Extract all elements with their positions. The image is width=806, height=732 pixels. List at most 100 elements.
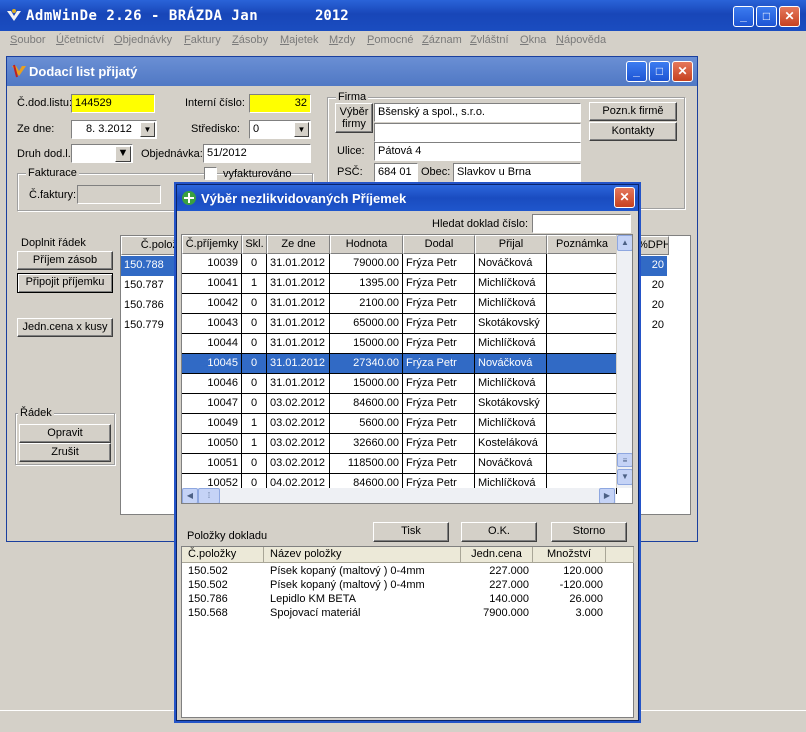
col-header-ze-dne[interactable]: Ze dne: [267, 235, 330, 254]
list-item[interactable]: 150.502 Písek kopaný (maltový ) 0-4mm 227.…: [182, 579, 634, 593]
doc-minimize-button[interactable]: _: [626, 61, 647, 82]
hscroll-thumb[interactable]: ⁞: [198, 488, 220, 503]
vyber-firmy-button[interactable]: Výběr firmy: [335, 103, 373, 133]
menu-napoveda[interactable]: Nápověda: [556, 34, 606, 46]
pripojit-prijemku-button[interactable]: Připojit příjemku: [17, 273, 113, 293]
menu-ucetnictvi[interactable]: Účetnictví: [56, 34, 104, 46]
scroll-down-icon[interactable]: ▼: [617, 469, 632, 485]
table-row[interactable]: 10042 0 31.01.2012 2100.00 Frýza Petr Michlíč…: [182, 294, 617, 314]
cell-dodal: Frýza Petr: [403, 454, 475, 474]
table-row[interactable]: 10051 0 03.02.2012 118500.00 Frýza Petr Nováč…: [182, 454, 617, 474]
kontakty-button[interactable]: Kontakty: [589, 122, 677, 141]
psc-label: PSČ:: [337, 166, 363, 178]
menu-okna[interactable]: Okna: [520, 34, 546, 46]
col-header-jedn-cena[interactable]: Jedn.cena: [461, 547, 533, 563]
table-row[interactable]: 10045 0 31.01.2012 27340.00 Frýza Petr Nováčk…: [182, 354, 617, 374]
item-code: 150.568: [188, 607, 228, 619]
col-header-prijal[interactable]: Přijal: [475, 235, 547, 254]
tisk-button[interactable]: Tisk: [373, 522, 449, 542]
c-faktury-field[interactable]: [77, 185, 161, 204]
dialog-close-button[interactable]: ✕: [614, 187, 635, 208]
doc-titlebar[interactable]: Dodací list přijatý _ □ ✕: [7, 57, 697, 86]
firma-name-field[interactable]: Bšenský a spol., s.r.o.: [374, 103, 581, 122]
menu-objednavky[interactable]: Objednávky: [114, 34, 172, 46]
table-row[interactable]: 10049 1 03.02.2012 5600.00 Frýza Petr Michlíč…: [182, 414, 617, 434]
col-header-c-polozky[interactable]: Č.položky: [182, 547, 264, 563]
scroll-up-icon[interactable]: ▲: [617, 235, 632, 251]
cell-dodal: Frýza Petr: [403, 254, 475, 274]
chevron-down-icon[interactable]: ▼: [294, 122, 309, 137]
doc-close-button[interactable]: ✕: [672, 61, 693, 82]
zrusit-button[interactable]: Zrušit: [19, 443, 111, 462]
chevron-down-icon[interactable]: ▼: [140, 122, 155, 137]
ulice-label: Ulice:: [337, 145, 365, 157]
chevron-down-icon[interactable]: ▼: [115, 146, 131, 162]
menu-zvlastni[interactable]: Zvláštní: [470, 34, 509, 46]
pozn-firme-button[interactable]: Pozn.k firmě: [589, 102, 677, 121]
table-row[interactable]: 10044 0 31.01.2012 15000.00 Frýza Petr Michlí…: [182, 334, 617, 354]
menu-soubor[interactable]: Soubor: [10, 34, 45, 46]
stredisko-field[interactable]: 0 ▼: [249, 120, 311, 139]
list-item[interactable]: 150.568 Spojovací materiál 7900.000 3.000: [182, 607, 634, 621]
table-row[interactable]: 10047 0 03.02.2012 84600.00 Frýza Petr Skoták…: [182, 394, 617, 414]
col-header-c-polozky[interactable]: Č.polož: [121, 236, 181, 255]
table-row[interactable]: 10039 0 31.01.2012 79000.00 Frýza Petr Nováčk…: [182, 254, 617, 274]
list-item[interactable]: 150.502 Písek kopaný (maltový ) 0-4mm 227.…: [182, 565, 634, 579]
firma-name2-field[interactable]: [374, 123, 581, 142]
col-header-c-prijemky[interactable]: Č.příjemky: [182, 235, 242, 254]
menu-faktury[interactable]: Faktury: [184, 34, 221, 46]
menu-pomocne[interactable]: Pomocné: [367, 34, 413, 46]
menu-zasoby[interactable]: Zásoby: [232, 34, 268, 46]
prijemky-table[interactable]: Č.příjemky Skl. Ze dne Hodnota Dodal Při…: [181, 234, 633, 504]
menu-mzdy[interactable]: Mzdy: [329, 34, 355, 46]
psc-field[interactable]: 684 01: [374, 163, 418, 182]
table-row[interactable]: 10050 1 03.02.2012 32660.00 Frýza Petr Kostel…: [182, 434, 617, 454]
col-header-hodnota[interactable]: Hodnota: [330, 235, 403, 254]
interni-cislo-field[interactable]: 32: [249, 94, 311, 113]
col-header-mnozstvi[interactable]: Množství: [533, 547, 606, 563]
opravit-button[interactable]: Opravit: [19, 424, 111, 443]
obec-field[interactable]: Slavkov u Brna: [453, 163, 581, 182]
scroll-left-icon[interactable]: ◀: [182, 488, 198, 503]
vertical-scrollbar[interactable]: ▲ ≡ ▼: [616, 235, 632, 488]
col-header-dph[interactable]: %DPH: [637, 236, 669, 255]
scroll-right-icon[interactable]: ▶: [599, 488, 615, 503]
table-row[interactable]: 10043 0 31.01.2012 65000.00 Frýza Petr Skoták…: [182, 314, 617, 334]
list-item[interactable]: 150.786 Lepidlo KM BETA 140.000 26.000: [182, 593, 634, 607]
storno-button[interactable]: Storno: [551, 522, 627, 542]
cell-dodal: Frýza Petr: [403, 314, 475, 334]
jedn-cena-button[interactable]: Jedn.cena x kusy: [17, 318, 113, 337]
col-header-nazev[interactable]: Název položky: [264, 547, 461, 563]
maximize-button[interactable]: □: [756, 6, 777, 27]
horizontal-scrollbar[interactable]: ◀ ⁞ ▶: [182, 488, 616, 503]
druh-field[interactable]: ▼: [71, 144, 133, 163]
minimize-icon: _: [740, 9, 747, 23]
cell-ze-dne: 03.02.2012: [267, 454, 330, 474]
doc-maximize-button[interactable]: □: [649, 61, 670, 82]
table-row[interactable]: 10046 0 31.01.2012 15000.00 Frýza Petr Michlí…: [182, 374, 617, 394]
menu-majetek[interactable]: Majetek: [280, 34, 319, 46]
app-titlebar[interactable]: AdmWinDe 2.26 - BRÁZDA Jan 2012 _ □ ✕: [0, 0, 806, 31]
c-dod-listu-field[interactable]: 144529: [71, 94, 155, 113]
objednavka-field[interactable]: 51/2012: [203, 144, 311, 163]
col-header-dodal[interactable]: Dodal: [403, 235, 475, 254]
cell-skl: 1: [242, 414, 267, 434]
vyfakturovano-checkbox[interactable]: [204, 167, 217, 180]
ze-dne-field[interactable]: 8. 3.2012 ▼: [71, 120, 157, 139]
col-header-poznamka[interactable]: Poznámka: [547, 235, 617, 254]
prijem-zasob-button[interactable]: Příjem zásob: [17, 251, 113, 270]
cell-hodnota: 79000.00: [330, 254, 403, 274]
minimize-button[interactable]: _: [733, 6, 754, 27]
ok-button[interactable]: O.K.: [461, 522, 537, 542]
polozky-list[interactable]: Č.položky Název položky Jedn.cena Množst…: [181, 546, 634, 718]
dialog-titlebar[interactable]: Výběr nezlikvidovaných Příjemek ✕: [177, 185, 638, 211]
cell-poznamka: [547, 254, 617, 274]
close-button[interactable]: ✕: [779, 6, 800, 27]
scroll-thumb[interactable]: ≡: [617, 453, 632, 467]
ulice-field[interactable]: Pátová 4: [374, 142, 581, 161]
search-input[interactable]: [532, 214, 631, 233]
col-header-skl[interactable]: Skl.: [242, 235, 267, 254]
table-row[interactable]: 10041 1 31.01.2012 1395.00 Frýza Petr Michlíč…: [182, 274, 617, 294]
cell-dodal: Frýza Petr: [403, 394, 475, 414]
menu-zaznam[interactable]: Záznam: [422, 34, 462, 46]
